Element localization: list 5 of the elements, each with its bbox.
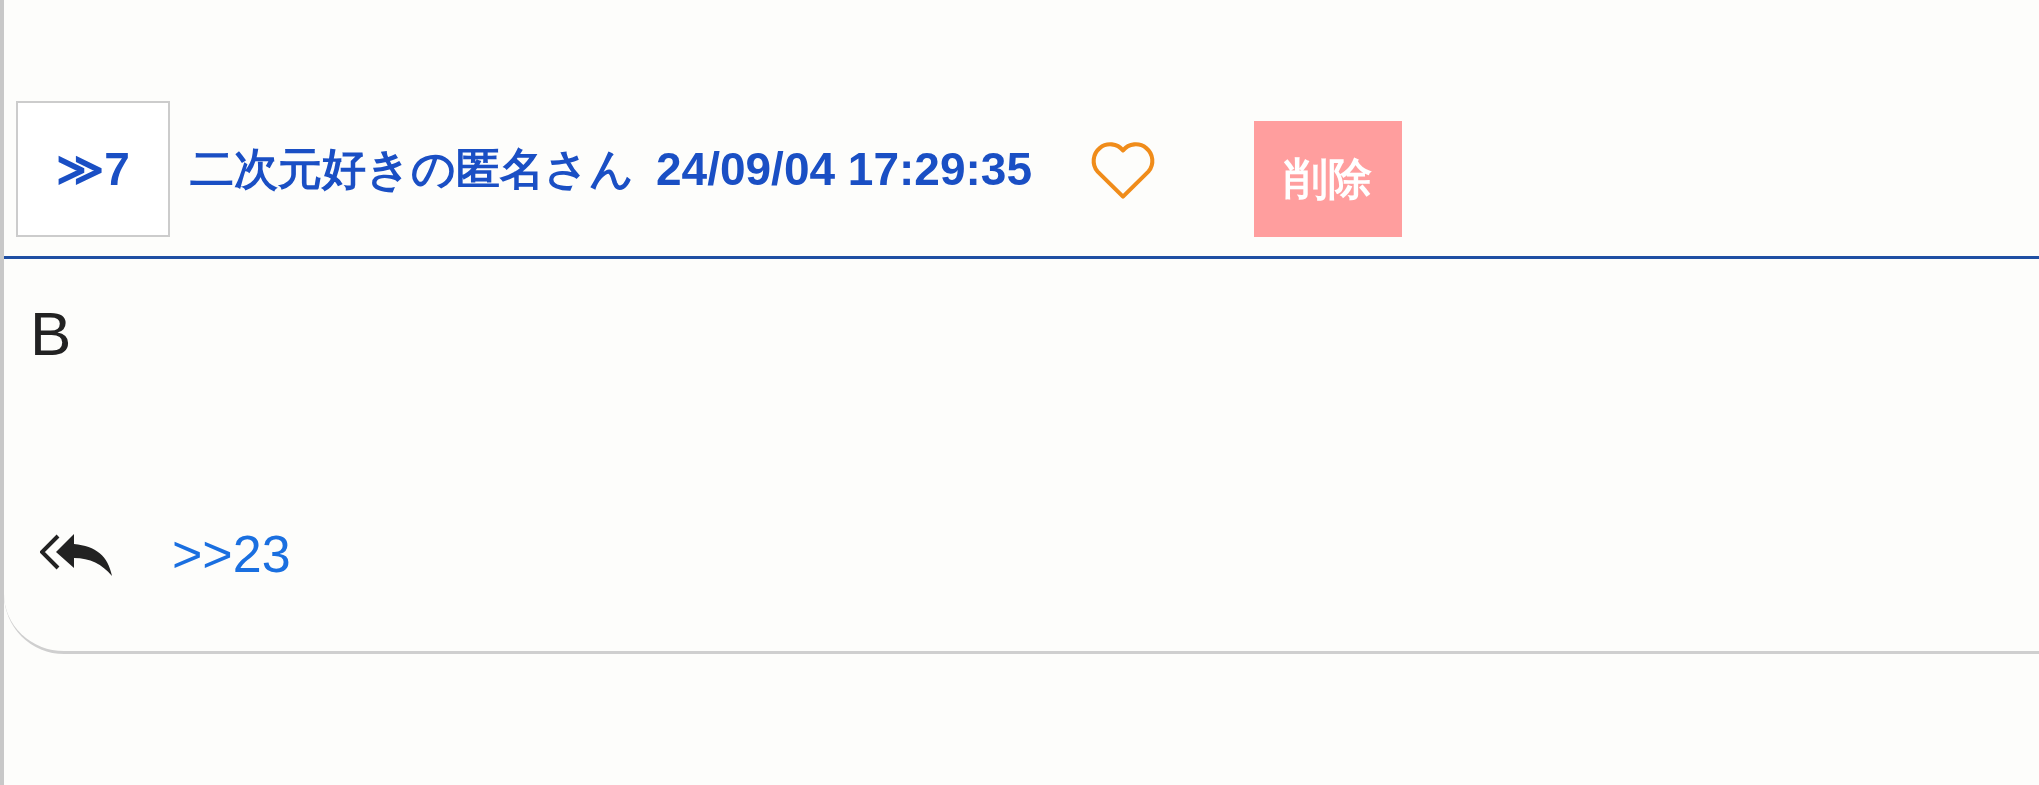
post-body: B bbox=[29, 298, 73, 365]
post-number[interactable]: ≫7 bbox=[16, 101, 170, 237]
reply-link[interactable]: >>23 bbox=[172, 515, 291, 593]
post-timestamp: 24/09/04 17:29:35 bbox=[656, 141, 1032, 197]
author-name: 二次元好きの匿名さん bbox=[190, 142, 634, 196]
